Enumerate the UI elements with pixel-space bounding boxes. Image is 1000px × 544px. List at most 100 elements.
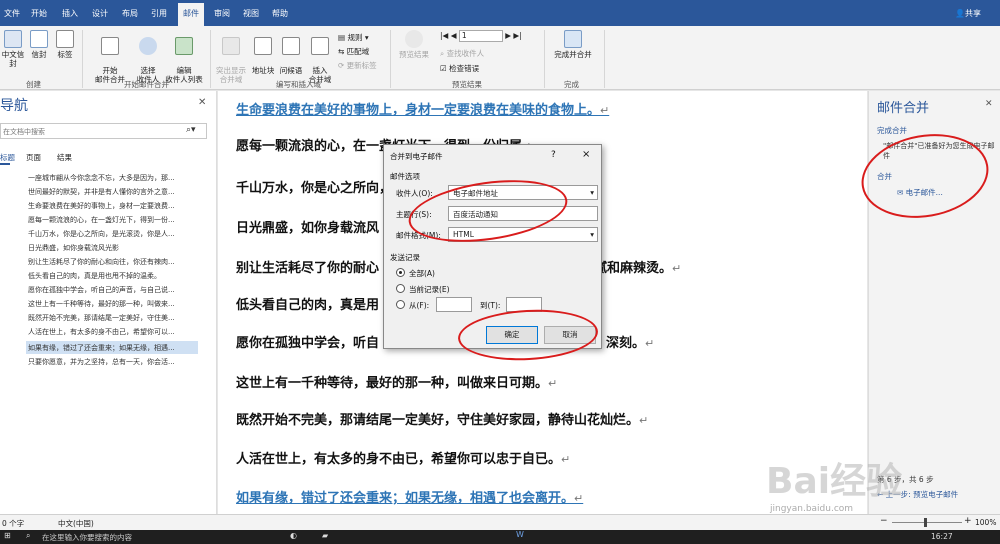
group-divider — [82, 30, 83, 88]
nav-heading-item[interactable]: 愿你在孤独中学会，听自己的声音，与自己说... — [28, 285, 175, 295]
address-block-button[interactable]: 地址块 — [250, 28, 276, 75]
nav-search-box[interactable]: 在文档中搜索 ⌕▾ — [0, 123, 207, 139]
tab-layout[interactable]: 布局 — [122, 8, 138, 19]
nav-heading-item[interactable]: 低头看自己的肉，真是用也甩不掉的温柔。 — [28, 271, 161, 281]
labels-button[interactable]: 标签 — [56, 30, 74, 59]
insert-merge-field-button[interactable]: 插入 合并域 — [304, 28, 336, 84]
zoom-level[interactable]: 100% — [975, 518, 996, 527]
nav-title: 导航 — [0, 98, 28, 114]
prev-record-icon[interactable]: ◀ — [451, 31, 457, 40]
recipient-label: 收件人(O): — [396, 189, 433, 198]
nav-heading-item-selected[interactable]: 如果有缘，错过了还会重来；如果无缘，相遇... — [28, 343, 175, 353]
zoom-slider[interactable] — [892, 522, 962, 523]
nav-search-input[interactable]: 在文档中搜索 — [3, 127, 45, 137]
nav-heading-item[interactable]: 只要你愿意，并为之坚持，总有一天，你会活... — [28, 357, 175, 367]
person-icon: 👤 — [955, 9, 965, 18]
chevron-down-icon: ▾ — [590, 230, 594, 239]
document-line-tail: 深刻。↵ — [606, 336, 655, 351]
start-mail-merge-button[interactable]: 开始 邮件合并 — [88, 28, 132, 84]
rules-button[interactable]: ▤ 规则 ▾ — [338, 32, 369, 43]
group-label-create: 创建 — [26, 80, 41, 89]
nav-tab-underline — [0, 163, 10, 165]
nav-heading-item[interactable]: 生命要浪费在美好的事物上，身材一定要浪费... — [28, 201, 175, 211]
record-number-input[interactable]: 1 — [458, 30, 503, 42]
nav-heading-item[interactable]: 别让生活耗尽了你的耐心和向往，你还有辣肉... — [28, 257, 175, 267]
find-icon: ⌕ — [440, 49, 447, 58]
nav-tab-headings[interactable]: 标题 — [0, 152, 15, 163]
nav-heading-item[interactable]: 世间最好的默契，并非是有人懂你的言外之意... — [28, 187, 175, 197]
edge-icon[interactable]: ◐ — [290, 531, 297, 540]
tab-file[interactable]: 文件 — [4, 8, 20, 19]
last-record-icon[interactable]: ▶| — [513, 31, 521, 40]
nav-tab-results[interactable]: 结果 — [57, 152, 72, 163]
section-send-records: 发送记录 — [390, 253, 420, 262]
tab-review[interactable]: 审阅 — [214, 8, 230, 19]
help-icon[interactable]: ? — [551, 150, 556, 160]
match-fields-button[interactable]: ⇆ 匹配域 — [338, 46, 369, 57]
document-line: 人活在世上，有太多的身不由已，希望你可以忠于自已。↵ — [236, 452, 571, 467]
tab-references[interactable]: 引用 — [151, 8, 167, 19]
nav-heading-item[interactable]: 愿每一颗流浪的心，在一盏灯光下，得到一份... — [28, 215, 175, 225]
insert-field-icon — [311, 37, 329, 55]
word-icon[interactable]: W — [516, 530, 524, 539]
word-count[interactable]: 0 个字 — [2, 518, 24, 529]
taskbar-search-input[interactable]: 在这里输入你要搜索的内容 — [42, 532, 132, 543]
nav-heading-item[interactable]: 千山万水，你是心之所向，是光滚烫，你是人... — [28, 229, 175, 239]
nav-heading-item[interactable]: 这世上有一千种等待，最好的那一种，叫做来... — [28, 299, 175, 309]
update-labels-button[interactable]: ⟳ 更新标签 — [338, 60, 377, 71]
tab-help[interactable]: 帮助 — [272, 8, 288, 19]
nav-heading-item[interactable]: 既然开始不完美，那请结尾一定美好，守住美... — [28, 313, 175, 323]
group-label-fields: 编写和插入域 — [276, 80, 321, 89]
greeting-icon — [282, 37, 300, 55]
radio-from[interactable] — [396, 300, 405, 309]
check-errors-button[interactable]: ☑ 检查错误 — [440, 63, 479, 74]
search-icon[interactable]: ⌕▾ — [186, 125, 196, 135]
share-label: 共享 — [964, 9, 981, 18]
windows-start-icon[interactable]: ⊞ — [4, 531, 11, 540]
document-line: 千山万水，你是心之所向， — [236, 181, 393, 196]
folder-icon[interactable]: ▰ — [322, 531, 328, 540]
edit-list-icon — [175, 37, 193, 55]
watermark-text: Bai经验 — [766, 461, 903, 502]
zoom-out-icon[interactable]: − — [880, 516, 888, 526]
tab-mailings[interactable]: 邮件 — [178, 3, 204, 26]
nav-heading-item[interactable]: 一座城市翩从今你念念不忘，大多是因为，那... — [28, 173, 175, 183]
nav-heading-item[interactable]: 人活在世上，有太多的身不由己，希望你可以... — [28, 327, 175, 337]
close-icon[interactable]: × — [582, 149, 590, 160]
clock[interactable]: 16:27 — [931, 532, 953, 541]
next-record-icon[interactable]: ▶ — [505, 31, 511, 40]
search-icon[interactable]: ⌕ — [26, 531, 30, 541]
zoom-slider-thumb[interactable] — [924, 518, 927, 527]
group-divider — [390, 30, 391, 88]
tab-view[interactable]: 视图 — [243, 8, 259, 19]
language-indicator[interactable]: 中文(中国) — [58, 518, 94, 529]
tab-design[interactable]: 设计 — [92, 8, 108, 19]
edit-recipient-list-button[interactable]: 编辑 收件人列表 — [164, 28, 204, 84]
nav-tab-pages[interactable]: 页面 — [26, 152, 41, 163]
match-icon: ⇆ — [338, 47, 347, 56]
first-record-icon[interactable]: |◀ — [440, 31, 448, 40]
radio-current[interactable] — [396, 284, 405, 293]
finish-merge-button[interactable]: 完成并合并 — [548, 30, 598, 59]
radio-all[interactable] — [396, 268, 405, 277]
close-icon[interactable]: ✕ — [198, 97, 206, 108]
refresh-icon: ⟳ — [338, 61, 347, 70]
highlight-icon — [222, 37, 240, 55]
find-recipient-button[interactable]: ⌕ 查找收件人 — [440, 48, 484, 59]
nav-heading-item[interactable]: 日光鼎盛，如你身载流风光影 — [28, 243, 119, 253]
check-icon: ☑ — [440, 64, 450, 73]
tab-insert[interactable]: 插入 — [62, 8, 78, 19]
chinese-envelope-button[interactable]: 中文信封 — [0, 30, 26, 68]
zoom-in-icon[interactable]: + — [964, 516, 972, 526]
select-recipients-button[interactable]: 选择 收件人 — [132, 28, 164, 84]
baidu-watermark: Bai经验 jingyan.baidu.com — [766, 452, 992, 522]
highlight-merge-fields-button[interactable]: 突出显示 合并域 — [214, 28, 248, 84]
preview-results-button[interactable]: 预览结果 — [394, 30, 434, 59]
envelope-button[interactable]: 信封 — [28, 30, 50, 59]
tab-home[interactable]: 开始 — [31, 8, 47, 19]
share-button[interactable]: 👤共享 — [955, 8, 981, 19]
from-input[interactable] — [436, 297, 472, 312]
greeting-line-button[interactable]: 问候语 — [278, 28, 304, 75]
close-icon[interactable]: ✕ — [985, 99, 993, 109]
group-label-preview: 预览结果 — [452, 80, 482, 89]
